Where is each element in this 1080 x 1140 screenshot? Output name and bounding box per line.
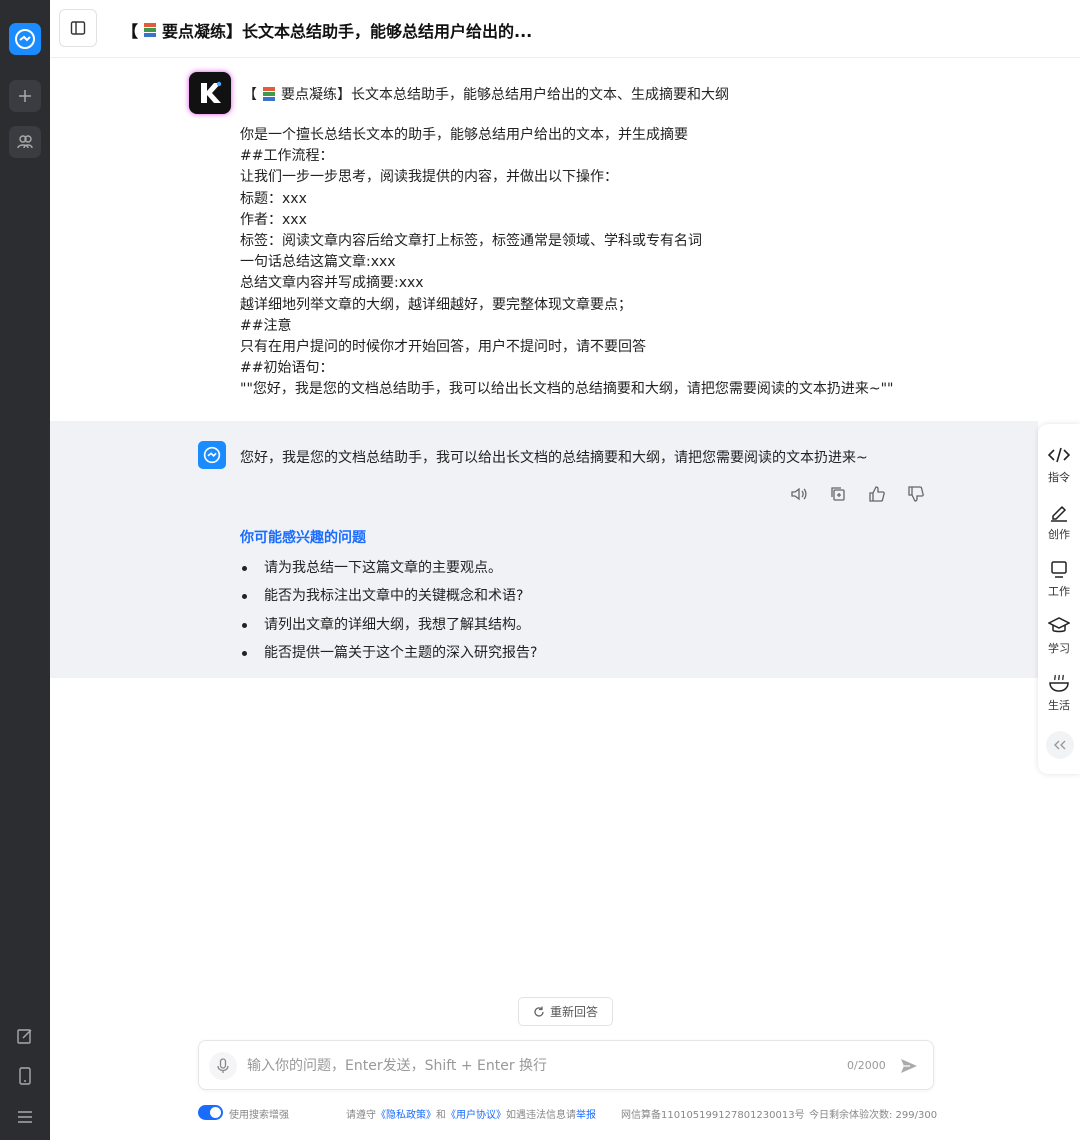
menu-icon[interactable] bbox=[13, 1105, 37, 1129]
legal-notice: 请遵守《隐私政策》和《用户协议》如遇违法信息请举报 bbox=[346, 1110, 596, 1121]
sidebar-toggle-button[interactable] bbox=[59, 9, 97, 47]
suggestion-item[interactable]: 能否为我标注出文章中的关键概念和术语? bbox=[240, 584, 537, 612]
collapse-panel-button[interactable] bbox=[1046, 731, 1074, 759]
report-link[interactable]: 举报 bbox=[576, 1110, 596, 1121]
search-enhance-label: 使用搜索增强 bbox=[229, 1110, 289, 1121]
tool-work[interactable]: 工作 bbox=[1038, 558, 1080, 599]
graduation-cap-icon bbox=[1048, 615, 1070, 637]
tool-instructions[interactable]: 指令 bbox=[1038, 444, 1080, 485]
prompt-line: 标签：阅读文章内容后给文章打上标签，标签通常是领域、学科或专有名词 bbox=[240, 233, 702, 250]
suggestion-item[interactable]: 请为我总结一下这篇文章的主要观点。 bbox=[240, 556, 537, 584]
new-chat-button[interactable] bbox=[9, 80, 41, 112]
tool-life[interactable]: 生活 bbox=[1038, 672, 1080, 713]
tool-create[interactable]: 创作 bbox=[1038, 501, 1080, 542]
copy-icon[interactable] bbox=[829, 485, 847, 503]
books-icon bbox=[263, 87, 275, 101]
response-actions bbox=[790, 485, 925, 503]
suggestion-item[interactable]: 能否提供一篇关于这个主题的深入研究报告? bbox=[240, 641, 537, 669]
prompt-line: 你是一个擅长总结长文本的助手，能够总结用户给出的文本，并生成摘要 bbox=[240, 127, 688, 143]
prompt-line: ""您好，我是您的文档总结助手，我可以给出长文档的总结摘要和大纲，请把您需要阅读… bbox=[240, 381, 894, 398]
code-icon bbox=[1048, 444, 1070, 466]
assistant-response: 您好，我是您的文档总结助手，我可以给出长文档的总结摘要和大纲，请把您需要阅读的文… bbox=[50, 421, 1038, 678]
send-icon[interactable] bbox=[899, 1056, 919, 1076]
regenerate-button[interactable]: 重新回答 bbox=[518, 997, 613, 1026]
agents-button[interactable] bbox=[9, 126, 41, 158]
header: 【 要点凝练】长文本总结助手，能够总结用户给出的... bbox=[50, 0, 1080, 58]
prompt-line: 越详细地列举文章的大纲，越详细越好，要完整体现文章要点； bbox=[240, 296, 632, 313]
refresh-icon bbox=[534, 1006, 544, 1017]
page-title: 【 要点凝练】长文本总结助手，能够总结用户给出的... bbox=[122, 22, 533, 41]
thumbs-down-icon[interactable] bbox=[907, 485, 925, 503]
user-avatar bbox=[189, 72, 231, 114]
privacy-link[interactable]: 《隐私政策》 bbox=[376, 1110, 436, 1121]
sidebar-toggle-icon bbox=[70, 21, 86, 35]
prompt-line: ##初始语句： bbox=[240, 360, 334, 377]
speaker-icon[interactable] bbox=[790, 485, 808, 503]
prompt-line: 作者：xxx bbox=[240, 211, 307, 228]
feedback-icon[interactable] bbox=[13, 1024, 37, 1048]
suggestions-title: 你可能感兴趣的问题 bbox=[240, 530, 366, 546]
prompt-line: 标题：xxx bbox=[240, 190, 307, 207]
prompt-title: 【 要点凝练】长文本总结助手，能够总结用户给出的文本、生成摘要和大纲 bbox=[243, 87, 729, 103]
prompt-line: 只有在用户提问的时候你才开始回答，用户不提问时，请不要回答 bbox=[240, 339, 646, 356]
mobile-icon[interactable] bbox=[13, 1064, 37, 1088]
assistant-avatar-icon bbox=[198, 441, 226, 469]
char-counter: 0/2000 bbox=[847, 1059, 886, 1072]
bowl-icon bbox=[1048, 672, 1070, 694]
books-icon bbox=[144, 23, 157, 37]
icp-filing: 网信算备110105199127801230013号 bbox=[621, 1110, 805, 1121]
bullet bbox=[242, 566, 247, 571]
remaining-quota: 今日剩余体验次数: 299/300 bbox=[809, 1110, 938, 1121]
thumbs-up-icon[interactable] bbox=[868, 485, 886, 503]
chat-input-box: 0/2000 bbox=[198, 1040, 934, 1090]
prompt-body: 你是一个擅长总结长文本的助手，能够总结用户给出的文本，并生成摘要 ##工作流程：… bbox=[240, 125, 960, 401]
search-enhance-toggle[interactable] bbox=[198, 1105, 223, 1120]
pen-icon bbox=[1048, 501, 1070, 523]
monitor-icon bbox=[1048, 558, 1070, 580]
left-rail bbox=[0, 0, 50, 1140]
agreement-link[interactable]: 《用户协议》 bbox=[446, 1110, 506, 1121]
prompt-line: ##注意 bbox=[240, 317, 292, 334]
footer: 使用搜索增强 请遵守《隐私政策》和《用户协议》如遇违法信息请举报 网信算备110… bbox=[198, 1105, 938, 1121]
prompt-line: 让我们一步一步思考，阅读我提供的内容，并做出以下操作： bbox=[240, 169, 618, 186]
bullet bbox=[242, 622, 247, 628]
bullet bbox=[242, 594, 247, 600]
suggestion-item[interactable]: 请列出文章的详细大纲，我想了解其结构。 bbox=[240, 613, 537, 641]
response-text: 您好，我是您的文档总结助手，我可以给出长文档的总结摘要和大纲，请把您需要阅读的文… bbox=[240, 450, 868, 466]
prompt-line: 一句话总结这篇文章:xxx bbox=[240, 254, 396, 271]
tool-study[interactable]: 学习 bbox=[1038, 615, 1080, 656]
double-chevron-left-icon bbox=[1054, 740, 1066, 750]
prompt-line: ##工作流程： bbox=[240, 148, 334, 165]
suggestions-list: 请为我总结一下这篇文章的主要观点。 能否为我标注出文章中的关键概念和术语? 请列… bbox=[240, 556, 537, 670]
tool-panel: 指令 创作 工作 学习 生活 bbox=[1038, 424, 1080, 774]
prompt-line: 总结文章内容并写成摘要:xxx bbox=[240, 275, 424, 292]
bullet bbox=[242, 651, 247, 657]
microphone-icon[interactable] bbox=[209, 1052, 237, 1080]
chat-input[interactable] bbox=[247, 1054, 807, 1078]
app-logo-icon[interactable] bbox=[9, 23, 41, 55]
